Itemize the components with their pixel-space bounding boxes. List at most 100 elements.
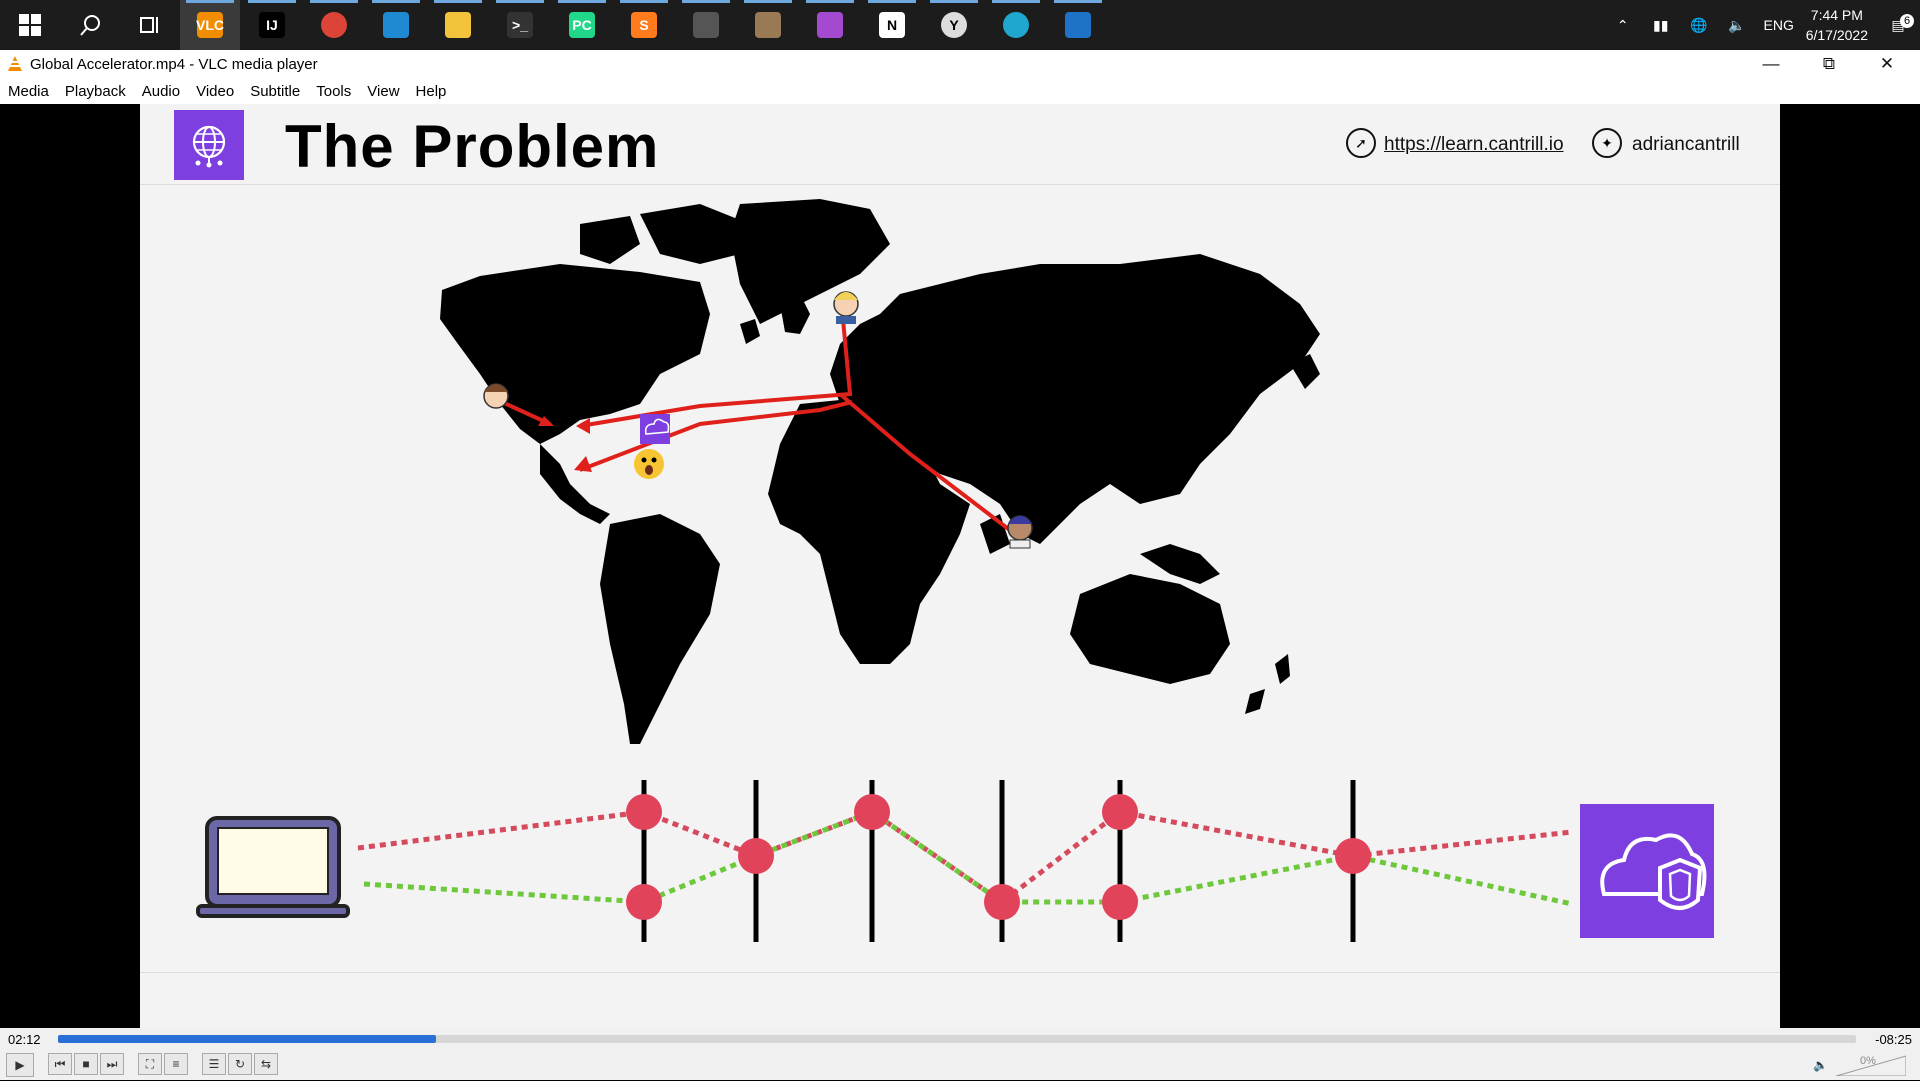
menu-video[interactable]: Video [188, 83, 242, 100]
stop-icon: ■ [82, 1057, 90, 1071]
taskbar-app-vlc[interactable]: VLC [180, 0, 240, 50]
close-button[interactable]: ✕ [1858, 50, 1916, 78]
chevron-up-icon[interactable]: ⌃ [1604, 17, 1642, 34]
running-indicator [248, 0, 296, 3]
play-icon: ▶ [15, 1058, 25, 1072]
skip-back-icon: ⏮ [54, 1056, 66, 1071]
volume-slider[interactable]: 0% [1835, 1054, 1907, 1077]
node [854, 794, 890, 830]
taskbar-app-chrome[interactable] [304, 0, 364, 50]
running-indicator [434, 0, 482, 3]
taskbar-app-terminal[interactable]: >_ [490, 0, 550, 50]
shield-cloud-endpoint [1580, 804, 1714, 938]
restore-button[interactable]: ⧉ [1800, 50, 1858, 78]
menu-media[interactable]: Media [0, 83, 57, 100]
loop-button[interactable]: ↻ [228, 1053, 252, 1075]
menu-playback[interactable]: Playback [57, 83, 134, 100]
remaining-time: -08:25 [1875, 1032, 1912, 1047]
menu-tools[interactable]: Tools [308, 83, 359, 100]
speaker-icon[interactable]: 🔈 [1813, 1058, 1828, 1072]
terminal-icon: >_ [507, 12, 533, 38]
video-area[interactable]: The Problem ➚ https://learn.cantrill.io … [0, 104, 1920, 1028]
taskbar-app-notion[interactable]: N [862, 0, 922, 50]
running-indicator [1054, 0, 1102, 3]
menu-view[interactable]: View [359, 83, 407, 100]
clock-date: 6/17/2022 [1805, 27, 1868, 43]
taskbar-app-app-grid[interactable] [800, 0, 860, 50]
edge-icon [1003, 12, 1029, 38]
node [1102, 794, 1138, 830]
equalizer-icon: ≡ [172, 1057, 180, 1071]
app-endpoint-map [640, 414, 670, 444]
task-view-button[interactable] [120, 0, 180, 50]
taskbar-app-sublime[interactable]: S [614, 0, 674, 50]
taskbar: VLC IJ >_ PC S N Y ⌃ ▮▮ 🌐 🔈 ENG 7:44 PM 6/17/2… [0, 0, 1920, 50]
seek-bar[interactable] [58, 1035, 1856, 1043]
volume-value: 0% [1860, 1055, 1876, 1067]
search-icon [80, 15, 100, 36]
sublime-icon: S [631, 12, 657, 38]
running-indicator [186, 0, 234, 3]
language-indicator[interactable]: ENG [1756, 17, 1802, 33]
running-indicator [992, 0, 1040, 3]
globe-icon[interactable]: 🌐 [1680, 17, 1718, 34]
extended-settings-button[interactable]: ≡ [164, 1053, 188, 1075]
fullscreen-button[interactable]: ⛶ [138, 1053, 162, 1075]
taskbar-app-pycharm[interactable]: PC [552, 0, 612, 50]
running-indicator [806, 0, 854, 3]
minimize-button[interactable]: — [1742, 50, 1800, 78]
battery-icon[interactable]: ▮▮ [1642, 17, 1680, 34]
menu-help[interactable]: Help [408, 83, 455, 100]
hop-nodes [626, 794, 1371, 920]
play-button[interactable]: ▶ [6, 1053, 34, 1077]
node [984, 884, 1020, 920]
slide: The Problem ➚ https://learn.cantrill.io … [140, 104, 1780, 1028]
playlist-icon: ☰ [208, 1057, 220, 1071]
taskbar-app-security[interactable] [676, 0, 736, 50]
task-view-icon [140, 17, 158, 33]
running-indicator [372, 0, 420, 3]
shuffle-button[interactable]: ⇆ [254, 1053, 278, 1075]
world-map [440, 199, 1320, 744]
clock-app-icon: Y [941, 12, 967, 38]
search-button[interactable] [60, 0, 120, 50]
stop-button[interactable]: ■ [74, 1053, 98, 1075]
notifications-button[interactable]: ▤ 6 [1876, 13, 1920, 34]
player-controls: ▶ ⏮ ■ ⏭ ⛶ ≡ ☰ ↻ ⇆ 🔈 0% [0, 1050, 1920, 1080]
running-indicator [682, 0, 730, 3]
previous-button[interactable]: ⏮ [48, 1053, 72, 1075]
taskbar-app-file-explorer[interactable] [428, 0, 488, 50]
user-europe [833, 291, 859, 324]
running-indicator [930, 0, 978, 3]
minimize-icon: — [1762, 54, 1780, 73]
user-shocked-emoji [634, 449, 664, 479]
volume-icon[interactable]: 🔈 [1718, 17, 1756, 34]
clock-time: 7:44 PM [1810, 7, 1863, 23]
window-title: Global Accelerator.mp4 - VLC media playe… [30, 55, 318, 73]
vlc-cone-icon [8, 56, 22, 71]
taskbar-app-vscode[interactable] [366, 0, 426, 50]
taskbar-app-intellij[interactable]: IJ [242, 0, 302, 50]
menu-subtitle[interactable]: Subtitle [242, 83, 308, 100]
seek-row: 02:12 -08:25 [0, 1028, 1920, 1050]
running-indicator [868, 0, 916, 3]
menu-audio[interactable]: Audio [134, 83, 188, 100]
taskbar-app-app-stack[interactable] [738, 0, 798, 50]
running-indicator [496, 0, 544, 3]
next-button[interactable]: ⏭ [100, 1053, 124, 1075]
taskbar-app-media-app[interactable] [1048, 0, 1108, 50]
clock[interactable]: 7:44 PM 6/17/2022 [1806, 5, 1868, 45]
node [738, 838, 774, 874]
fullscreen-icon: ⛶ [145, 1056, 155, 1071]
node [626, 794, 662, 830]
node [626, 884, 662, 920]
loop-icon: ↻ [234, 1057, 246, 1071]
playlist-button[interactable]: ☰ [202, 1053, 226, 1075]
vscode-icon [383, 12, 409, 38]
taskbar-app-edge[interactable] [986, 0, 1046, 50]
start-button[interactable] [0, 0, 60, 50]
shuffle-icon: ⇆ [260, 1057, 272, 1071]
restore-icon: ⧉ [1822, 54, 1836, 73]
taskbar-app-clock-app[interactable]: Y [924, 0, 984, 50]
close-icon: ✕ [1879, 54, 1895, 73]
